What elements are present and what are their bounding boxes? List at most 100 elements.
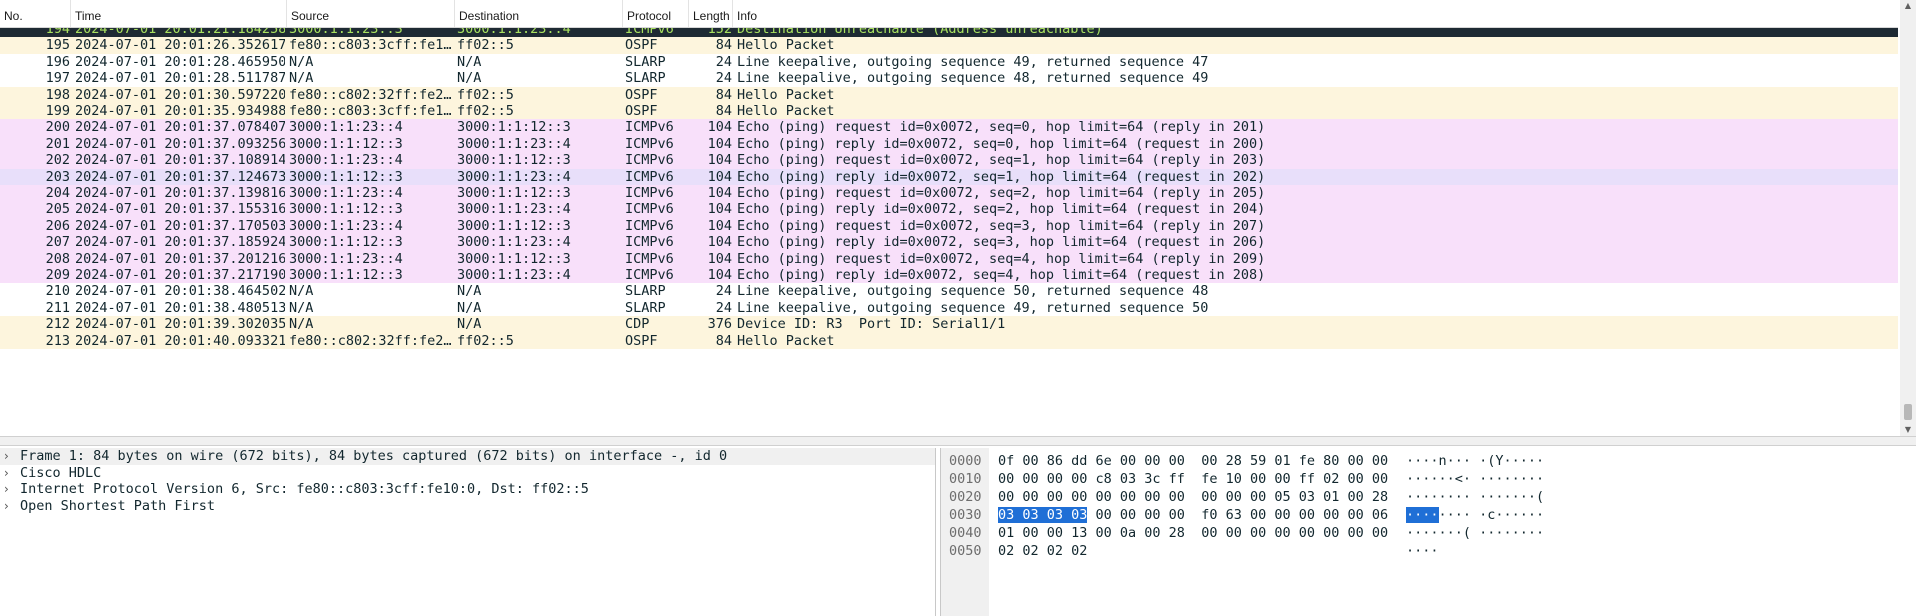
packet-src-cell: 3000:1:1:23::3 — [289, 28, 403, 37]
hex-row[interactable]: 0030 03 03 03 03 00 00 00 00 f0 63 00 00 … — [941, 506, 1916, 524]
packet-len-cell: 24 — [715, 283, 732, 300]
pane-splitter[interactable] — [0, 436, 1916, 446]
packet-row[interactable]: 196 2024-07-01 20:01:28.465950 N/A N/A SLARP… — [0, 53, 1898, 71]
expand-chevron-icon[interactable]: › — [4, 498, 18, 515]
packet-time-cell: 2024-07-01 20:01:37.201216 — [75, 250, 285, 267]
packet-row[interactable]: 194 2024-07-01 20:01:21.184258 3000:1:1:23… — [0, 28, 1898, 38]
packet-info-cell: Destination Unreachable (Address unreach… — [737, 28, 1103, 37]
packet-row[interactable]: 211 2024-07-01 20:01:38.480513 N/A N/A SLARP… — [0, 299, 1898, 317]
packet-src-cell: 3000:1:1:23::4 — [289, 217, 403, 234]
packet-row[interactable]: 195 2024-07-01 20:01:26.352617 fe80::c803:… — [0, 37, 1898, 54]
packet-time-cell: 2024-07-01 20:01:37.170503 — [75, 217, 285, 234]
packet-src-cell: 3000:1:1:12::3 — [289, 168, 403, 185]
expand-chevron-icon[interactable]: › — [4, 448, 18, 465]
hex-row[interactable]: 0020 00 00 00 00 00 00 00 00 00 00 00 05 … — [941, 488, 1916, 506]
packet-no-cell: 208 — [45, 250, 70, 267]
column-header-length[interactable]: Length — [689, 0, 733, 27]
hex-offset: 0020 — [949, 489, 982, 505]
detail-tree-item[interactable]: › Open Shortest Path First — [0, 498, 935, 515]
packet-dst-cell: 3000:1:1:23::4 — [457, 168, 571, 185]
packet-row[interactable]: 197 2024-07-01 20:01:28.511787 N/A N/A SLARP… — [0, 70, 1898, 87]
packet-len-cell: 84 — [715, 37, 732, 54]
hex-bytes-text: 00 00 00 00 c8 03 3c ff fe 10 00 00 ff 0… — [998, 471, 1389, 487]
packet-row[interactable]: 203 2024-07-01 20:01:37.124673 3000:1:1:12… — [0, 168, 1898, 185]
packet-dst-cell: N/A — [457, 299, 482, 316]
column-header-info[interactable]: Info — [733, 0, 1898, 27]
hex-bytes: 03 03 03 03 00 00 00 00 f0 63 00 00 00 0… — [998, 506, 1388, 524]
hex-ascii-text: ····n··· ·(Y····· — [1406, 453, 1545, 469]
packet-info-cell: Echo (ping) reply id=0x0072, seq=1, hop … — [737, 168, 1266, 185]
scroll-up-arrow-icon[interactable]: ▲ — [1900, 0, 1916, 12]
expand-chevron-icon[interactable]: › — [4, 481, 18, 498]
packet-row[interactable]: 209 2024-07-01 20:01:37.217190 3000:1:1:12… — [0, 267, 1898, 284]
packet-src-cell: 3000:1:1:23::4 — [289, 250, 403, 267]
packet-no-cell: 200 — [45, 119, 70, 136]
packet-dst-cell: 3000:1:1:23::4 — [457, 234, 571, 251]
scrollbar-thumb[interactable] — [1904, 404, 1912, 420]
packet-row[interactable]: 213 2024-07-01 20:01:40.093321 fe80::c802:… — [0, 332, 1898, 349]
packet-time-cell: 2024-07-01 20:01:37.093256 — [75, 135, 285, 152]
column-header-time[interactable]: Time — [71, 0, 287, 27]
expand-chevron-icon[interactable]: › — [4, 465, 18, 482]
hex-bytes-selected: 03 03 03 03 — [998, 507, 1088, 523]
packet-time-cell: 2024-07-01 20:01:35.934988 — [75, 103, 285, 119]
column-header-protocol[interactable]: Protocol — [623, 0, 689, 27]
packet-row[interactable]: 205 2024-07-01 20:01:37.155316 3000:1:1:12… — [0, 201, 1898, 218]
packet-time-cell: 2024-07-01 20:01:30.597220 — [75, 86, 285, 103]
packet-no-cell: 201 — [45, 135, 70, 152]
packet-info-cell: Echo (ping) request id=0x0072, seq=3, ho… — [737, 217, 1266, 234]
hex-offset: 0040 — [949, 525, 982, 541]
packet-time-cell: 2024-07-01 20:01:37.078407 — [75, 119, 285, 136]
packet-dst-cell: N/A — [457, 283, 482, 300]
detail-tree-item[interactable]: › Frame 1: 84 bytes on wire (672 bits), 8… — [0, 448, 935, 465]
packet-row[interactable]: 206 2024-07-01 20:01:37.170503 3000:1:1:23… — [0, 217, 1898, 235]
packet-row[interactable]: 204 2024-07-01 20:01:37.139816 3000:1:1:23… — [0, 185, 1898, 202]
packet-src-cell: 3000:1:1:12::3 — [289, 201, 403, 218]
packet-time-cell: 2024-07-01 20:01:28.511787 — [75, 70, 285, 87]
column-header-source[interactable]: Source — [287, 0, 455, 27]
packet-src-cell: N/A — [289, 299, 314, 316]
packet-list-scrollbar[interactable]: ▲ ▼ — [1900, 0, 1916, 436]
packet-len-cell: 104 — [707, 267, 732, 283]
hex-bytes: 0f 00 86 dd 6e 00 00 00 00 28 59 01 fe 8… — [998, 452, 1388, 470]
packet-dst-cell: N/A — [457, 53, 482, 70]
packet-no-cell: 202 — [45, 152, 70, 169]
hex-bytes-text: 00 00 00 00 00 00 00 00 00 00 00 05 03 0… — [998, 489, 1389, 505]
packet-dst-cell: N/A — [457, 70, 482, 87]
packet-row[interactable]: 212 2024-07-01 20:01:39.302035 N/A N/A CDP 37… — [0, 316, 1898, 333]
packet-row[interactable]: 210 2024-07-01 20:01:38.464502 N/A N/A SLARP… — [0, 283, 1898, 300]
packet-details-pane[interactable]: › Frame 1: 84 bytes on wire (672 bits), 8… — [0, 448, 936, 616]
packet-dst-cell: ff02::5 — [457, 332, 514, 349]
column-header-no[interactable]: No. — [0, 0, 71, 27]
hex-ascii-selected: ···· — [1406, 507, 1439, 523]
packet-row[interactable]: 202 2024-07-01 20:01:37.108914 3000:1:1:23… — [0, 152, 1898, 169]
packet-no-cell: 199 — [45, 103, 70, 119]
hex-offset: 0000 — [949, 453, 982, 469]
hex-row[interactable]: 0010 00 00 00 00 c8 03 3c ff fe 10 00 00 … — [941, 470, 1916, 488]
detail-tree-item[interactable]: › Internet Protocol Version 6, Src: fe80:… — [0, 481, 935, 498]
hex-row[interactable]: 0000 0f 00 86 dd 6e 00 00 00 00 28 59 01 … — [941, 452, 1916, 470]
packet-row[interactable]: 208 2024-07-01 20:01:37.201216 3000:1:1:23… — [0, 250, 1898, 267]
column-header-destination[interactable]: Destination — [455, 0, 623, 27]
hex-ascii-text: ······<· ········ — [1406, 471, 1545, 487]
scroll-down-arrow-icon[interactable]: ▼ — [1900, 424, 1916, 436]
packet-list[interactable]: 194 2024-07-01 20:01:21.184258 3000:1:1:23… — [0, 28, 1898, 428]
detail-text: Internet Protocol Version 6, Src: fe80::… — [20, 481, 589, 497]
packet-bytes-pane[interactable]: 0000 0f 00 86 dd 6e 00 00 00 00 28 59 01 … — [940, 448, 1916, 616]
packet-row[interactable]: 207 2024-07-01 20:01:37.185924 3000:1:1:12… — [0, 234, 1898, 251]
hex-bytes: 00 00 00 00 00 00 00 00 00 00 00 05 03 0… — [998, 488, 1388, 506]
packet-no-cell: 210 — [45, 283, 70, 300]
packet-src-cell: 3000:1:1:12::3 — [289, 234, 403, 251]
packet-row[interactable]: 201 2024-07-01 20:01:37.093256 3000:1:1:12… — [0, 135, 1898, 153]
hex-row[interactable]: 0040 01 00 00 13 00 0a 00 28 00 00 00 00 … — [941, 524, 1916, 542]
hex-ascii: ········ ·······( — [1406, 488, 1544, 506]
packet-src-cell: N/A — [289, 53, 314, 70]
packet-row[interactable]: 200 2024-07-01 20:01:37.078407 3000:1:1:23… — [0, 119, 1898, 136]
hex-row[interactable]: 0050 02 02 02 02 ···· — [941, 542, 1916, 560]
packet-no-cell: 197 — [45, 70, 70, 87]
detail-tree-item[interactable]: › Cisco HDLC — [0, 465, 935, 482]
packet-list-header: No. Time Source Destination Protocol Len… — [0, 0, 1898, 28]
packet-row[interactable]: 198 2024-07-01 20:01:30.597220 fe80::c802:… — [0, 86, 1898, 103]
packet-len-cell: 104 — [707, 201, 732, 218]
packet-row[interactable]: 199 2024-07-01 20:01:35.934988 fe80::c803:… — [0, 103, 1898, 120]
